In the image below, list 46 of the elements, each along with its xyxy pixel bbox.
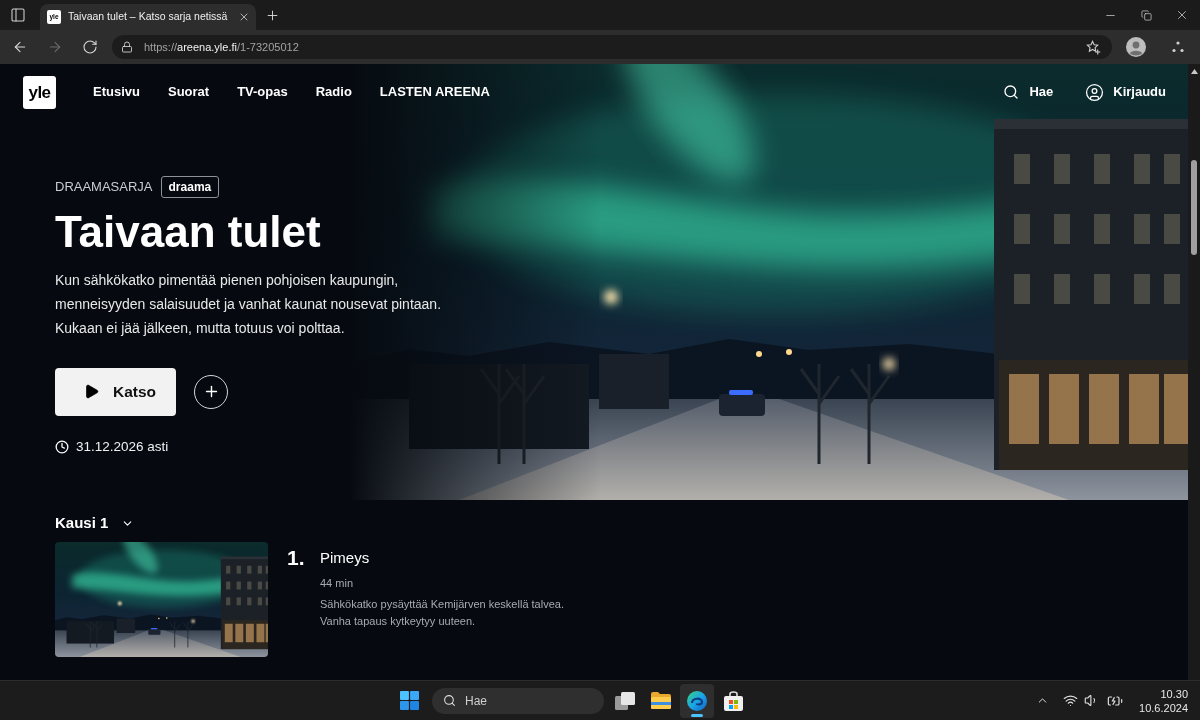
clock-icon [55, 439, 69, 454]
site-logo[interactable]: yle [23, 75, 56, 109]
folder-icon [651, 692, 671, 709]
clock-button[interactable]: 10.30 10.6.2024 [1139, 686, 1188, 715]
scrollbar-thumb[interactable] [1191, 160, 1197, 255]
user-icon [1085, 82, 1105, 102]
star-plus-icon[interactable] [1086, 39, 1101, 55]
swirl-browser-icon [687, 690, 707, 711]
episode-title[interactable]: Pimeys [320, 548, 370, 568]
episode-duration: 44 min [320, 576, 354, 591]
back-icon[interactable] [12, 39, 28, 55]
taskbar-search[interactable]: Hae [432, 687, 604, 714]
episode-description: Sähkökatko pysäyttää Kemijärven keskellä talvea. Vanha tapaus kytkeytyy uuteen. [320, 597, 565, 629]
taskbar-button[interactable] [680, 683, 714, 718]
search-button[interactable]: Hae [1003, 82, 1054, 102]
stacked-windows-icon [615, 691, 635, 710]
wifi-icon[interactable] [1063, 693, 1079, 708]
nav-link[interactable]: Etusivu [93, 82, 140, 102]
series-title: Taivaan tulet [55, 207, 321, 258]
season-selector[interactable]: Kausi 1 [55, 513, 135, 533]
restore-icon[interactable] [1140, 9, 1152, 21]
series-description: Kun sähkökatko pimentää pienen pohjoisen kaupungin, menneisyyden salaisuudet ja vanhat kaunat nousevat pintaan. Kukaan ei jää jälkeen, mutta totuus voi polttaa. [55, 270, 443, 338]
new-tab-icon[interactable] [265, 7, 281, 23]
shopping-bag-icon [723, 690, 743, 711]
episode-number: 1. [287, 546, 306, 570]
reload-icon[interactable] [82, 39, 98, 55]
start-icon[interactable] [400, 691, 419, 710]
nav-link[interactable]: LASTEN AREENA [379, 82, 490, 102]
lock-icon[interactable] [121, 41, 133, 53]
address-field[interactable]: https://areena.yle.fi/1-73205012 [112, 35, 1112, 59]
availability-text: 31.12.2026 asti [76, 437, 169, 456]
avatar-icon[interactable] [1126, 37, 1146, 57]
series-category: DRAAMASARJA [55, 178, 153, 197]
genre-tag[interactable]: draama [160, 176, 220, 198]
dots-icon[interactable] [1172, 41, 1184, 53]
scrollbar[interactable] [1188, 64, 1200, 680]
sidebar-icon[interactable] [10, 7, 26, 23]
nav-link[interactable]: TV-opas [237, 82, 288, 102]
watch-button[interactable]: Katso [55, 367, 176, 416]
login-button[interactable]: Kirjaudu [1085, 82, 1166, 102]
nav-link[interactable]: Suorat [167, 82, 210, 102]
close-icon[interactable] [1175, 8, 1189, 22]
scroll-up-icon[interactable] [1190, 69, 1198, 74]
nav-link[interactable]: Radio [315, 82, 352, 102]
search-icon [1003, 84, 1020, 100]
search-icon [443, 694, 456, 707]
